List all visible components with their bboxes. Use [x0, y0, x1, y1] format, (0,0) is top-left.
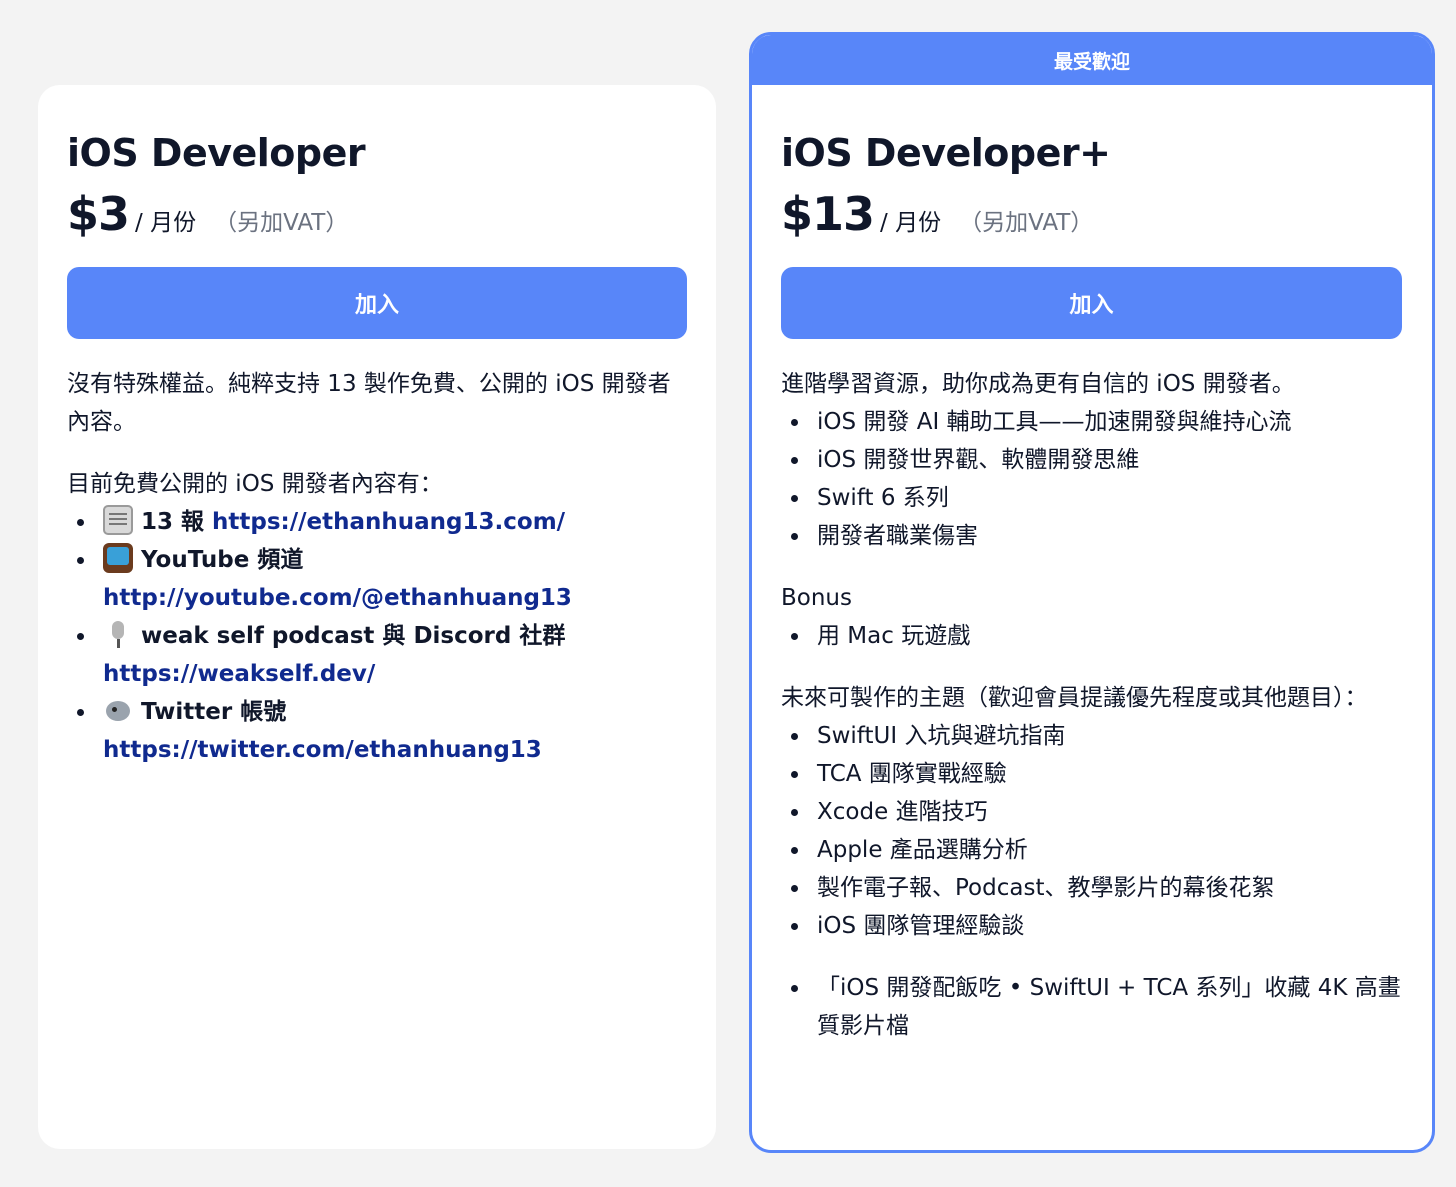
list-item: 用 Mac 玩遊戲 [781, 617, 1402, 655]
vat-note: （另加VAT） [214, 210, 349, 236]
feature-list: iOS 開發 AI 輔助工具——加速開發與維持心流 iOS 開發世界觀、軟體開發… [781, 403, 1402, 555]
list-item: TCA 團隊實戰經驗 [781, 755, 1402, 793]
join-button-basic[interactable]: 加入 [67, 267, 687, 339]
list-item: SwiftUI 入坑與避坑指南 [781, 717, 1402, 755]
bonus-title: Bonus [781, 585, 852, 611]
list-item: weak self podcast 與 Discord 社群 https://w… [67, 617, 687, 693]
list-item: 「iOS 開發配飯吃 • SwiftUI + TCA 系列」收藏 4K 高畫質影… [781, 969, 1402, 1045]
price: $3 [67, 187, 130, 241]
list-item-label: 13 報 [141, 509, 205, 535]
microphone-icon [103, 619, 133, 649]
plan-card-basic: iOS Developer $3 / 月份 （另加VAT） 加入 沒有特殊權益。… [38, 85, 716, 1149]
plan-card-basic-content: iOS Developer $3 / 月份 （另加VAT） 加入 沒有特殊權益。… [67, 127, 687, 769]
price-period: / 月份 [880, 210, 942, 236]
plan-title: iOS Developer+ [781, 131, 1111, 175]
plan-card-plus-content: iOS Developer+ $13 / 月份 （另加VAT） 加入 進階學習資… [781, 127, 1402, 1045]
list-item-label: weak self podcast 與 Discord 社群 [141, 623, 566, 649]
free-content-list: 13 報 https://ethanhuang13.com/ YouTube 頻… [67, 503, 687, 769]
plan-title: iOS Developer [67, 131, 366, 175]
link-twitter[interactable]: https://twitter.com/ethanhuang13 [103, 737, 542, 763]
plan-description: 沒有特殊權益。純粹支持 13 製作免費、公開的 iOS 開發者內容。 [67, 371, 671, 435]
plan-description: 進階學習資源，助你成為更有自信的 iOS 開發者。 [781, 371, 1295, 397]
price-period: / 月份 [135, 210, 197, 236]
list-item: 13 報 https://ethanhuang13.com/ [67, 503, 687, 541]
bird-icon [103, 695, 133, 725]
collection-list: 「iOS 開發配飯吃 • SwiftUI + TCA 系列」收藏 4K 高畫質影… [781, 969, 1402, 1045]
list-item-label: YouTube 頻道 [141, 547, 304, 573]
plan-card-plus: 最受歡迎 iOS Developer+ $13 / 月份 （另加VAT） 加入 … [749, 32, 1435, 1153]
future-topics-list: SwiftUI 入坑與避坑指南 TCA 團隊實戰經驗 Xcode 進階技巧 Ap… [781, 717, 1402, 945]
list-item: Twitter 帳號 https://twitter.com/ethanhuan… [67, 693, 687, 769]
list-item: Swift 6 系列 [781, 479, 1402, 517]
newspaper-icon [103, 505, 133, 535]
join-button-plus[interactable]: 加入 [781, 267, 1402, 339]
list-item: YouTube 頻道 http://youtube.com/@ethanhuan… [67, 541, 687, 617]
future-topics-intro: 未來可製作的主題（歡迎會員提議優先程度或其他題目）： [781, 685, 1368, 711]
link-youtube[interactable]: http://youtube.com/@ethanhuang13 [103, 585, 572, 611]
list-item-label: Twitter 帳號 [141, 699, 287, 725]
vat-note: （另加VAT） [959, 210, 1094, 236]
link-newsletter[interactable]: https://ethanhuang13.com/ [212, 509, 565, 535]
list-item: 製作電子報、Podcast、教學影片的幕後花絮 [781, 869, 1402, 907]
list-item: iOS 開發世界觀、軟體開發思維 [781, 441, 1402, 479]
list-item: Xcode 進階技巧 [781, 793, 1402, 831]
list-item: iOS 團隊管理經驗談 [781, 907, 1402, 945]
price-row: $13 / 月份 （另加VAT） [781, 187, 1402, 241]
content-intro: 目前免費公開的 iOS 開發者內容有： [67, 471, 443, 497]
bonus-list: 用 Mac 玩遊戲 [781, 617, 1402, 655]
list-item: Apple 產品選購分析 [781, 831, 1402, 869]
link-podcast[interactable]: https://weakself.dev/ [103, 661, 375, 687]
most-popular-badge: 最受歡迎 [752, 35, 1432, 85]
list-item: 開發者職業傷害 [781, 517, 1402, 555]
television-icon [103, 543, 133, 573]
price-row: $3 / 月份 （另加VAT） [67, 187, 687, 241]
list-item: iOS 開發 AI 輔助工具——加速開發與維持心流 [781, 403, 1402, 441]
price: $13 [781, 187, 875, 241]
